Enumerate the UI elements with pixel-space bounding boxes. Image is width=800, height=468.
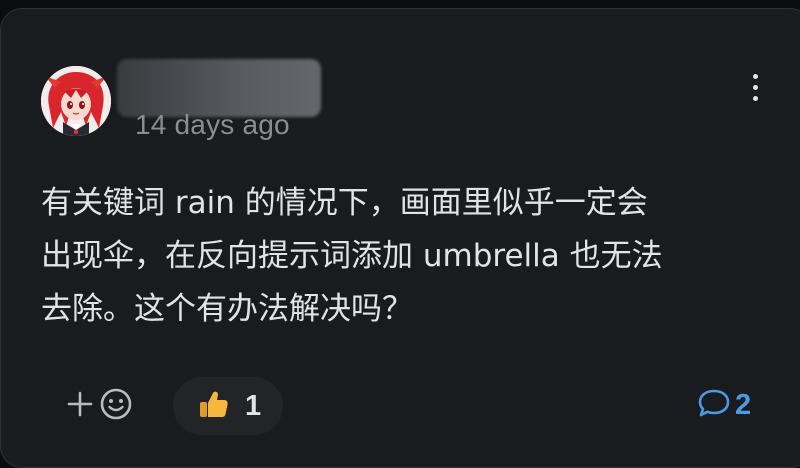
reply-count: 2	[735, 389, 752, 421]
add-reaction-button[interactable]	[63, 377, 137, 435]
plus-icon	[67, 389, 93, 423]
thumbs-up-reaction[interactable]: 1	[173, 377, 284, 435]
more-options-button[interactable]	[739, 67, 771, 107]
comment-actions: 1	[63, 377, 284, 435]
comment-text: 有关键词 rain 的情况下，画面里似乎一定会 出现伞，在反向提示词添加 umb…	[41, 185, 663, 327]
avatar[interactable]	[41, 66, 111, 136]
comment-timestamp: 14 days ago	[135, 109, 290, 140]
smiley-icon	[99, 387, 133, 426]
more-options-icon-dot	[752, 84, 758, 90]
thumbs-up-icon	[197, 388, 229, 425]
more-options-icon	[752, 73, 758, 79]
speech-bubble-icon	[697, 387, 731, 424]
replies-button[interactable]: 2	[697, 387, 751, 424]
reaction-count: 1	[245, 389, 262, 422]
more-options-icon-dot	[752, 95, 758, 101]
comment-card: 14 days ago 有关键词 rain 的情况下，画面里似乎一定会 出现伞，…	[0, 8, 800, 468]
avatar-image	[41, 66, 111, 136]
